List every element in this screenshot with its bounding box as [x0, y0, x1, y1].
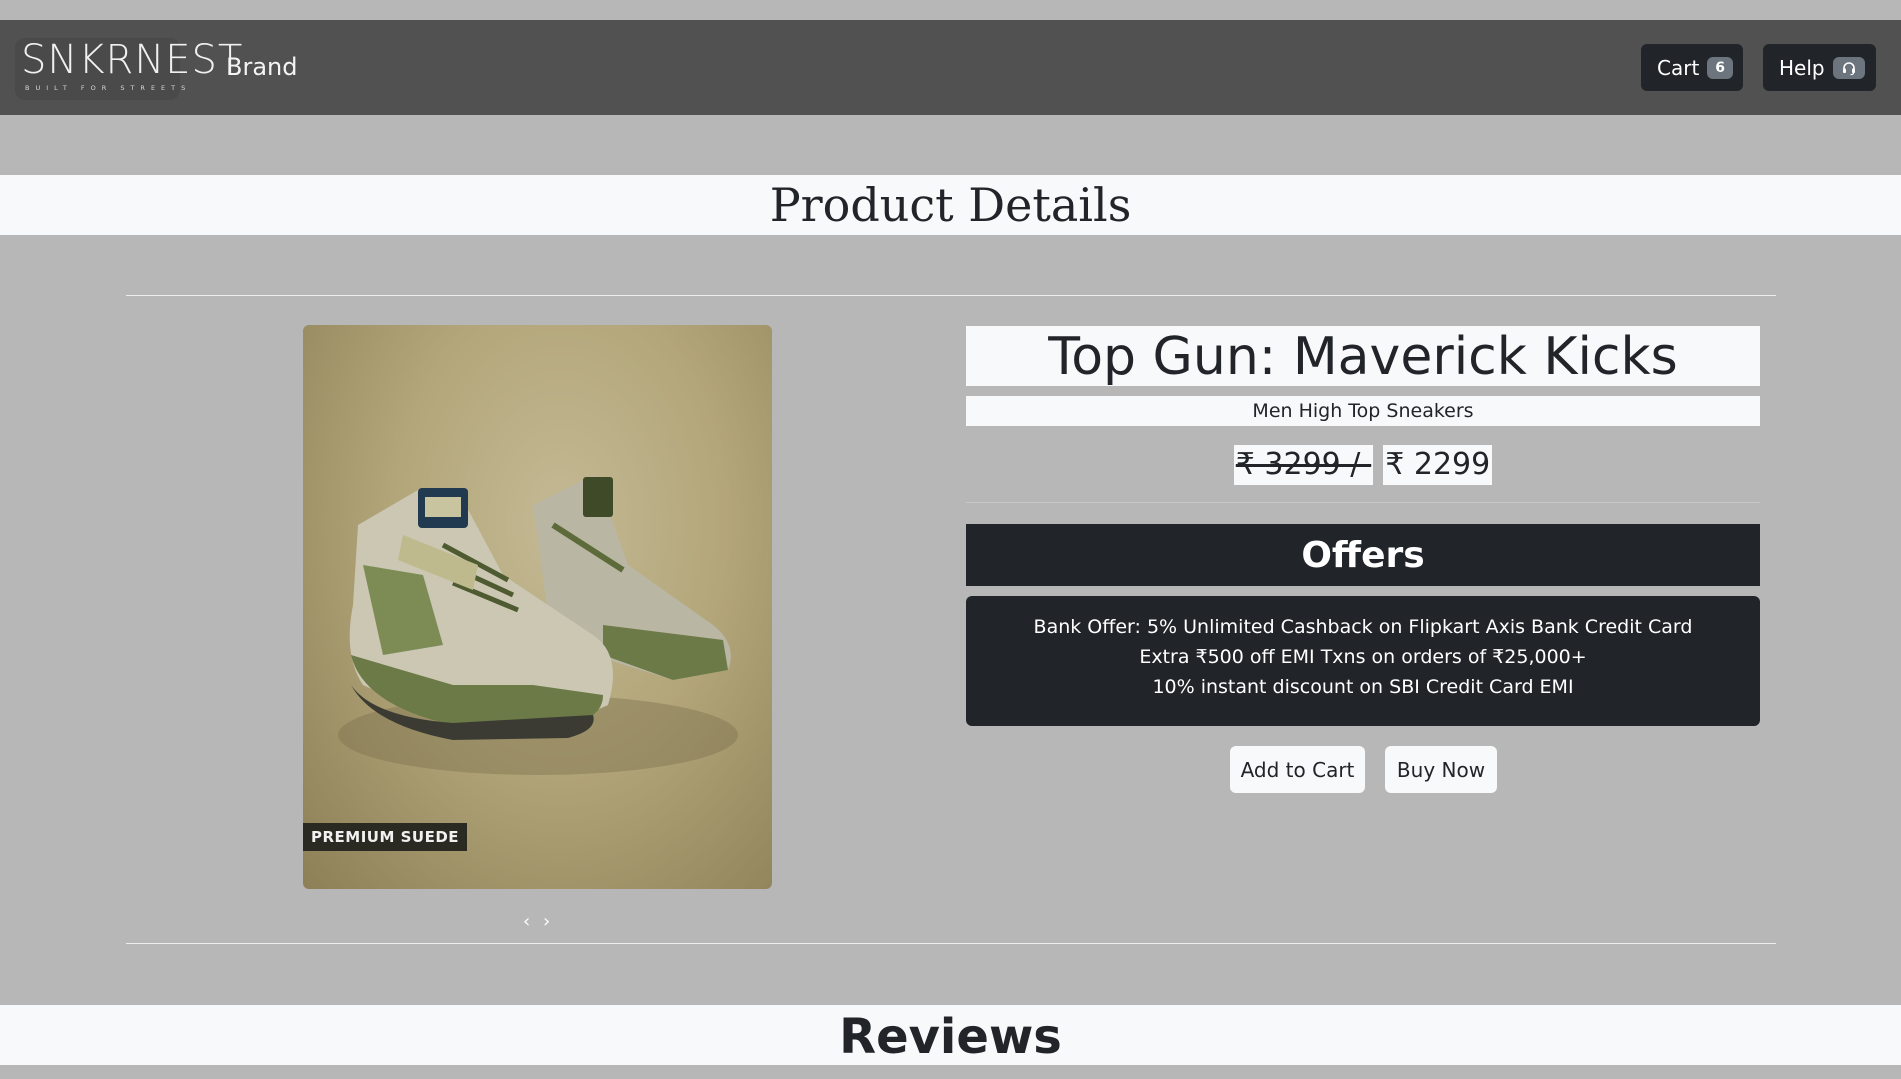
product-image-carousel[interactable]: PREMIUM SUEDE	[303, 325, 772, 889]
offers-list: Bank Offer: 5% Unlimited Cashback on Fli…	[966, 596, 1760, 726]
brand-logo[interactable]: SNKRNEST BUILT FOR STREETS	[15, 38, 242, 100]
reviews-band: Reviews	[0, 1005, 1901, 1065]
product-subtitle-box: Men High Top Sneakers	[966, 396, 1760, 426]
headset-icon	[1832, 56, 1865, 79]
product-subtitle: Men High Top Sneakers	[1252, 400, 1474, 422]
logo-wordmark: SNKRNEST	[21, 37, 244, 83]
divider-top	[126, 295, 1776, 296]
sale-price: ₹ 2299	[1383, 445, 1493, 485]
divider-price	[966, 502, 1760, 503]
price-row: ₹ 3299 /- ₹ 2299	[966, 445, 1760, 485]
cart-button-label: Cart	[1657, 55, 1700, 80]
offers-title: Offers	[1301, 535, 1425, 576]
product-name-box: Top Gun: Maverick Kicks	[966, 326, 1760, 387]
navbar: SNKRNEST BUILT FOR STREETS Brand Cart 6 …	[0, 20, 1901, 115]
buy-now-button[interactable]: Buy Now	[1385, 746, 1497, 793]
sneakers-image	[338, 475, 738, 775]
page-title: Product Details	[769, 178, 1132, 232]
product-name: Top Gun: Maverick Kicks	[1048, 327, 1678, 387]
offer-item: 10% instant discount on SBI Credit Card …	[1152, 676, 1574, 698]
offer-item: Bank Offer: 5% Unlimited Cashback on Fli…	[1033, 616, 1693, 638]
help-button-label: Help	[1779, 55, 1825, 80]
carousel-next-icon[interactable]: ›	[543, 912, 550, 932]
image-badge: PREMIUM SUEDE	[303, 823, 468, 851]
title-band: Product Details	[0, 175, 1901, 235]
top-strip	[0, 0, 1901, 20]
offer-item: Extra ₹500 off EMI Txns on orders of ₹25…	[1139, 646, 1587, 668]
cart-button[interactable]: Cart 6	[1641, 44, 1743, 91]
offers-header: Offers	[966, 524, 1760, 586]
carousel-prev-icon[interactable]: ‹	[523, 912, 530, 932]
cart-count-badge: 6	[1707, 56, 1734, 79]
logo-tagline: BUILT FOR STREETS	[25, 84, 192, 92]
reviews-title: Reviews	[839, 1009, 1062, 1065]
brand-link[interactable]: Brand	[226, 53, 297, 81]
add-to-cart-button[interactable]: Add to Cart	[1230, 746, 1365, 793]
divider-bottom	[126, 943, 1776, 944]
original-price: ₹ 3299 /-	[1233, 445, 1374, 485]
help-button[interactable]: Help	[1763, 44, 1876, 91]
